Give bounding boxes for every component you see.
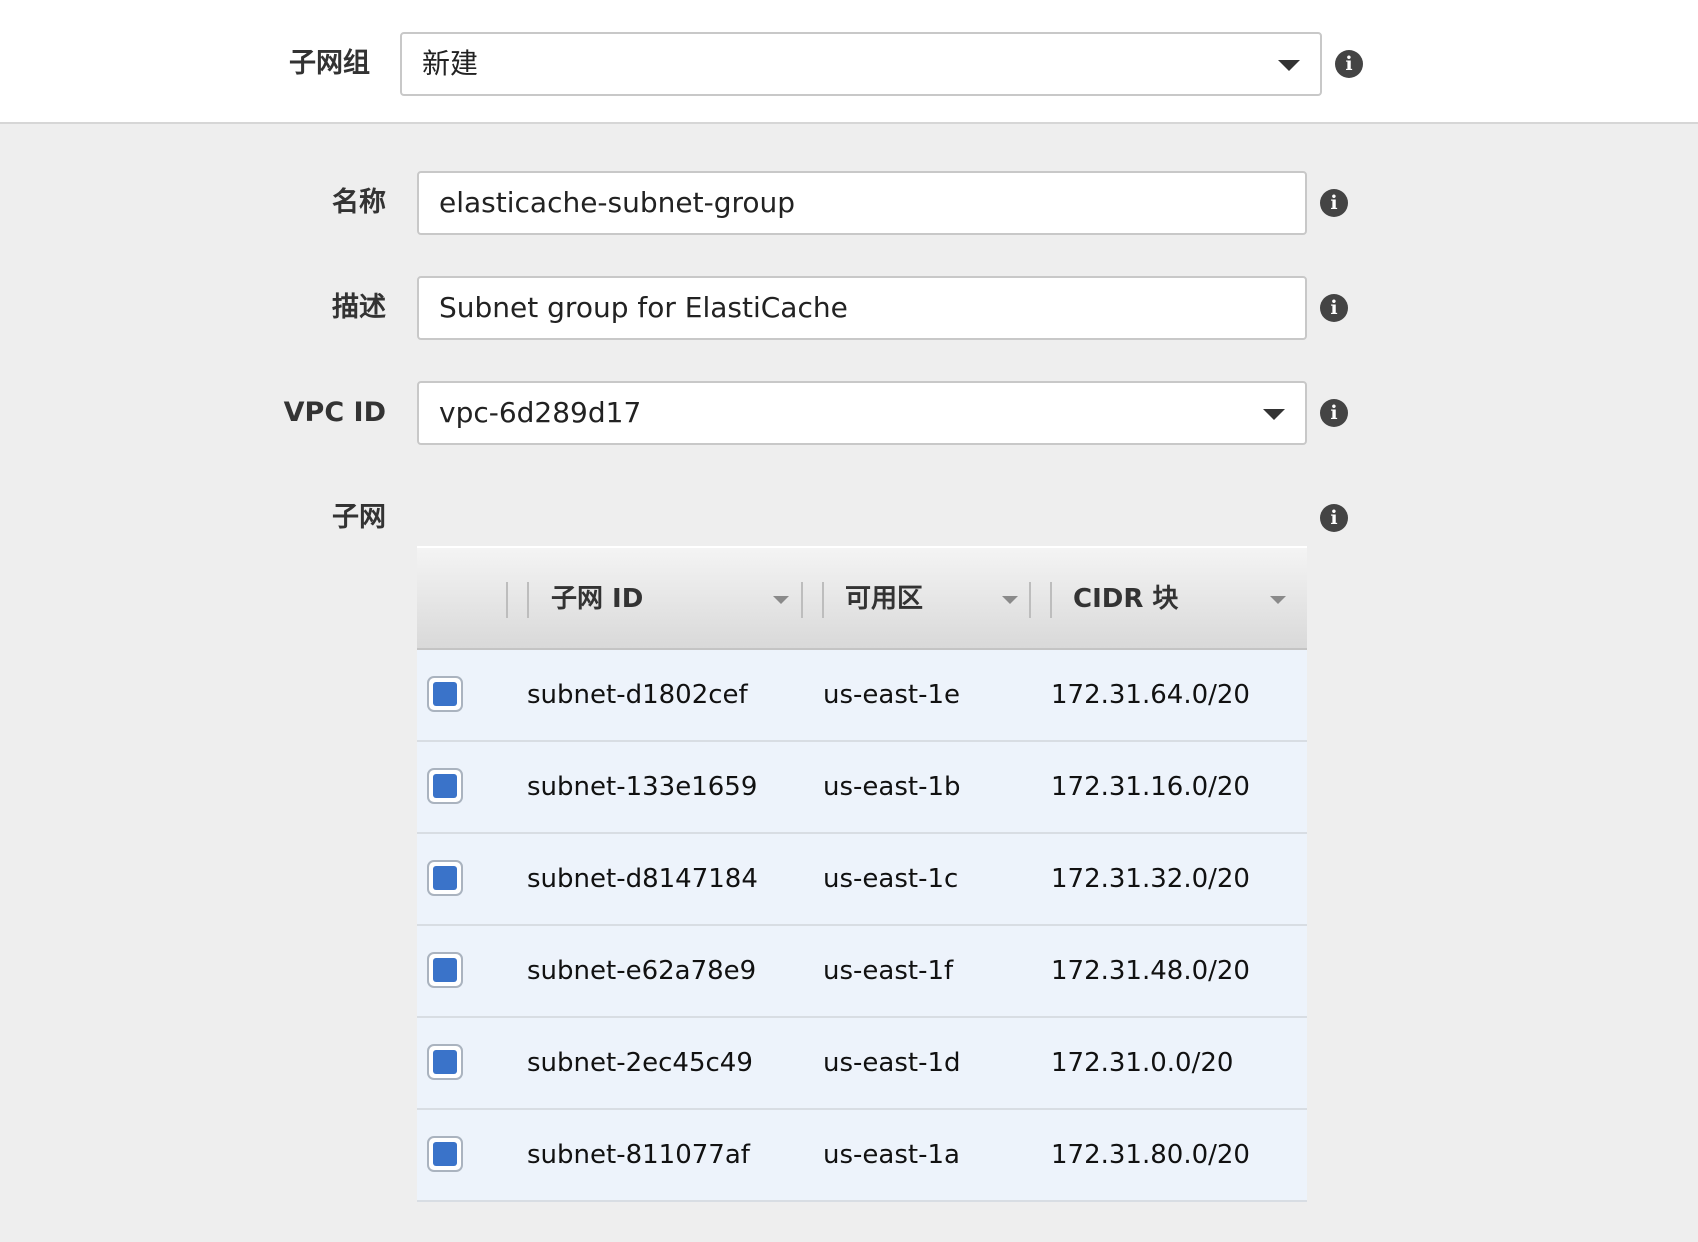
table-row: subnet-d8147184 us-east-1c 172.31.32.0/2…: [417, 834, 1307, 926]
subnet-group-select[interactable]: 新建: [400, 32, 1322, 96]
column-divider: [1029, 582, 1031, 618]
cidr-cell: 172.31.32.0/20: [1051, 864, 1250, 894]
subnet-id-cell: subnet-d8147184: [527, 864, 758, 894]
subnet-id-cell: subnet-e62a78e9: [527, 956, 757, 986]
az-cell: us-east-1c: [823, 864, 959, 894]
column-header-subnet-id[interactable]: 子网 ID: [551, 548, 781, 650]
vpc-id-selected: vpc-6d289d17: [439, 396, 642, 429]
column-divider: [1050, 582, 1052, 618]
column-header-az[interactable]: 可用区: [845, 548, 1015, 650]
subnet-id-cell: subnet-2ec45c49: [527, 1048, 753, 1078]
name-input[interactable]: elasticache-subnet-group: [417, 171, 1307, 235]
checkbox-checked-fill: [433, 1142, 457, 1166]
cidr-cell: 172.31.64.0/20: [1051, 680, 1250, 710]
vpc-id-label: VPC ID: [283, 397, 386, 428]
checkbox-checked-fill: [433, 866, 457, 890]
table-row: subnet-133e1659 us-east-1b 172.31.16.0/2…: [417, 742, 1307, 834]
subnet-group-section: 子网组 新建 i: [0, 0, 1698, 124]
column-divider: [801, 582, 803, 618]
info-icon[interactable]: i: [1320, 294, 1348, 322]
row-checkbox[interactable]: [427, 676, 463, 712]
vpc-id-select[interactable]: vpc-6d289d17: [417, 381, 1307, 445]
cidr-cell: 172.31.80.0/20: [1051, 1140, 1250, 1170]
checkbox-checked-fill: [433, 1050, 457, 1074]
az-cell: us-east-1e: [823, 680, 960, 710]
table-row: subnet-d1802cef us-east-1e 172.31.64.0/2…: [417, 650, 1307, 742]
column-divider: [527, 582, 529, 618]
chevron-down-icon: [1263, 409, 1285, 420]
column-header-subnet-id-label: 子网 ID: [551, 584, 644, 614]
description-input[interactable]: Subnet group for ElastiCache: [417, 276, 1307, 340]
checkbox-checked-fill: [433, 682, 457, 706]
table-row: subnet-811077af us-east-1a 172.31.80.0/2…: [417, 1110, 1307, 1202]
description-label: 描述: [332, 292, 386, 323]
row-checkbox[interactable]: [427, 1044, 463, 1080]
column-header-cidr[interactable]: CIDR 块: [1073, 548, 1273, 650]
table-row: subnet-e62a78e9 us-east-1f 172.31.48.0/2…: [417, 926, 1307, 1018]
table-row: subnet-2ec45c49 us-east-1d 172.31.0.0/20: [417, 1018, 1307, 1110]
table-header: 子网 ID 可用区 CIDR 块: [417, 546, 1307, 650]
subnet-id-cell: subnet-811077af: [527, 1140, 750, 1170]
row-checkbox[interactable]: [427, 768, 463, 804]
name-input-value: elasticache-subnet-group: [439, 186, 796, 219]
subnet-id-cell: subnet-d1802cef: [527, 680, 748, 710]
info-icon[interactable]: i: [1320, 399, 1348, 427]
row-checkbox[interactable]: [427, 860, 463, 896]
column-header-cidr-label: CIDR 块: [1073, 584, 1179, 614]
sort-caret-icon[interactable]: [1002, 596, 1018, 604]
info-icon[interactable]: i: [1335, 50, 1363, 78]
column-divider: [822, 582, 824, 618]
az-cell: us-east-1f: [823, 956, 954, 986]
cidr-cell: 172.31.48.0/20: [1051, 956, 1250, 986]
az-cell: us-east-1a: [823, 1140, 960, 1170]
subnet-table: 子网 ID 可用区 CIDR 块 subnet-d1802cef us-east…: [417, 546, 1307, 1202]
az-cell: us-east-1b: [823, 772, 961, 802]
description-input-value: Subnet group for ElastiCache: [439, 291, 848, 324]
column-divider: [506, 582, 508, 618]
chevron-down-icon: [1278, 60, 1300, 71]
sort-caret-icon[interactable]: [1270, 596, 1286, 604]
info-icon[interactable]: i: [1320, 189, 1348, 217]
info-icon[interactable]: i: [1320, 504, 1348, 532]
cidr-cell: 172.31.0.0/20: [1051, 1048, 1234, 1078]
sort-caret-icon[interactable]: [773, 596, 789, 604]
subnet-group-label: 子网组: [289, 48, 370, 79]
cidr-cell: 172.31.16.0/20: [1051, 772, 1250, 802]
column-header-az-label: 可用区: [845, 584, 924, 614]
row-checkbox[interactable]: [427, 952, 463, 988]
row-checkbox[interactable]: [427, 1136, 463, 1172]
checkbox-checked-fill: [433, 774, 457, 798]
subnet-group-selected: 新建: [422, 47, 479, 80]
name-label: 名称: [332, 187, 386, 218]
subnets-label: 子网: [332, 502, 386, 533]
az-cell: us-east-1d: [823, 1048, 961, 1078]
checkbox-checked-fill: [433, 958, 457, 982]
subnet-id-cell: subnet-133e1659: [527, 772, 758, 802]
